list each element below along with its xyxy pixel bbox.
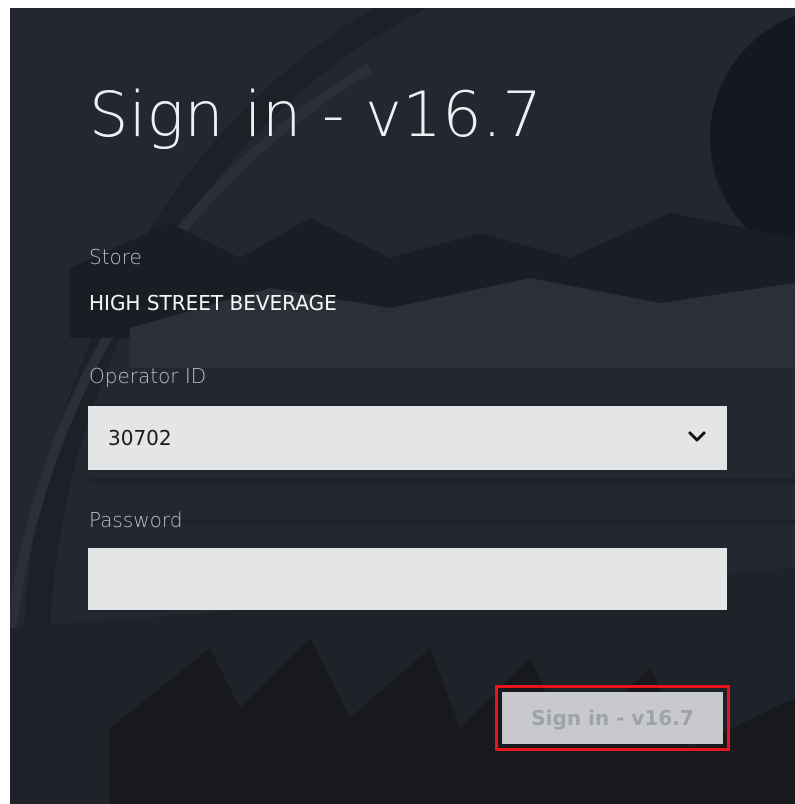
chevron-down-icon <box>688 431 706 442</box>
password-field[interactable] <box>88 548 727 610</box>
store-name: HIGH STREET BEVERAGE <box>89 291 337 315</box>
operator-id-value: 30702 <box>108 426 172 450</box>
operator-id-label: Operator ID <box>89 364 207 388</box>
sign-in-button-label: Sign in - v16.7 <box>502 692 723 744</box>
password-label: Password <box>89 508 183 532</box>
store-label: Store <box>89 245 142 269</box>
operator-id-select[interactable]: 30702 <box>88 406 727 470</box>
page-title: Sign in - v16.7 <box>89 78 543 151</box>
sign-in-panel: Sign in - v16.7 Store HIGH STREET BEVERA… <box>10 8 795 804</box>
sign-in-button[interactable]: Sign in - v16.7 <box>495 685 730 751</box>
